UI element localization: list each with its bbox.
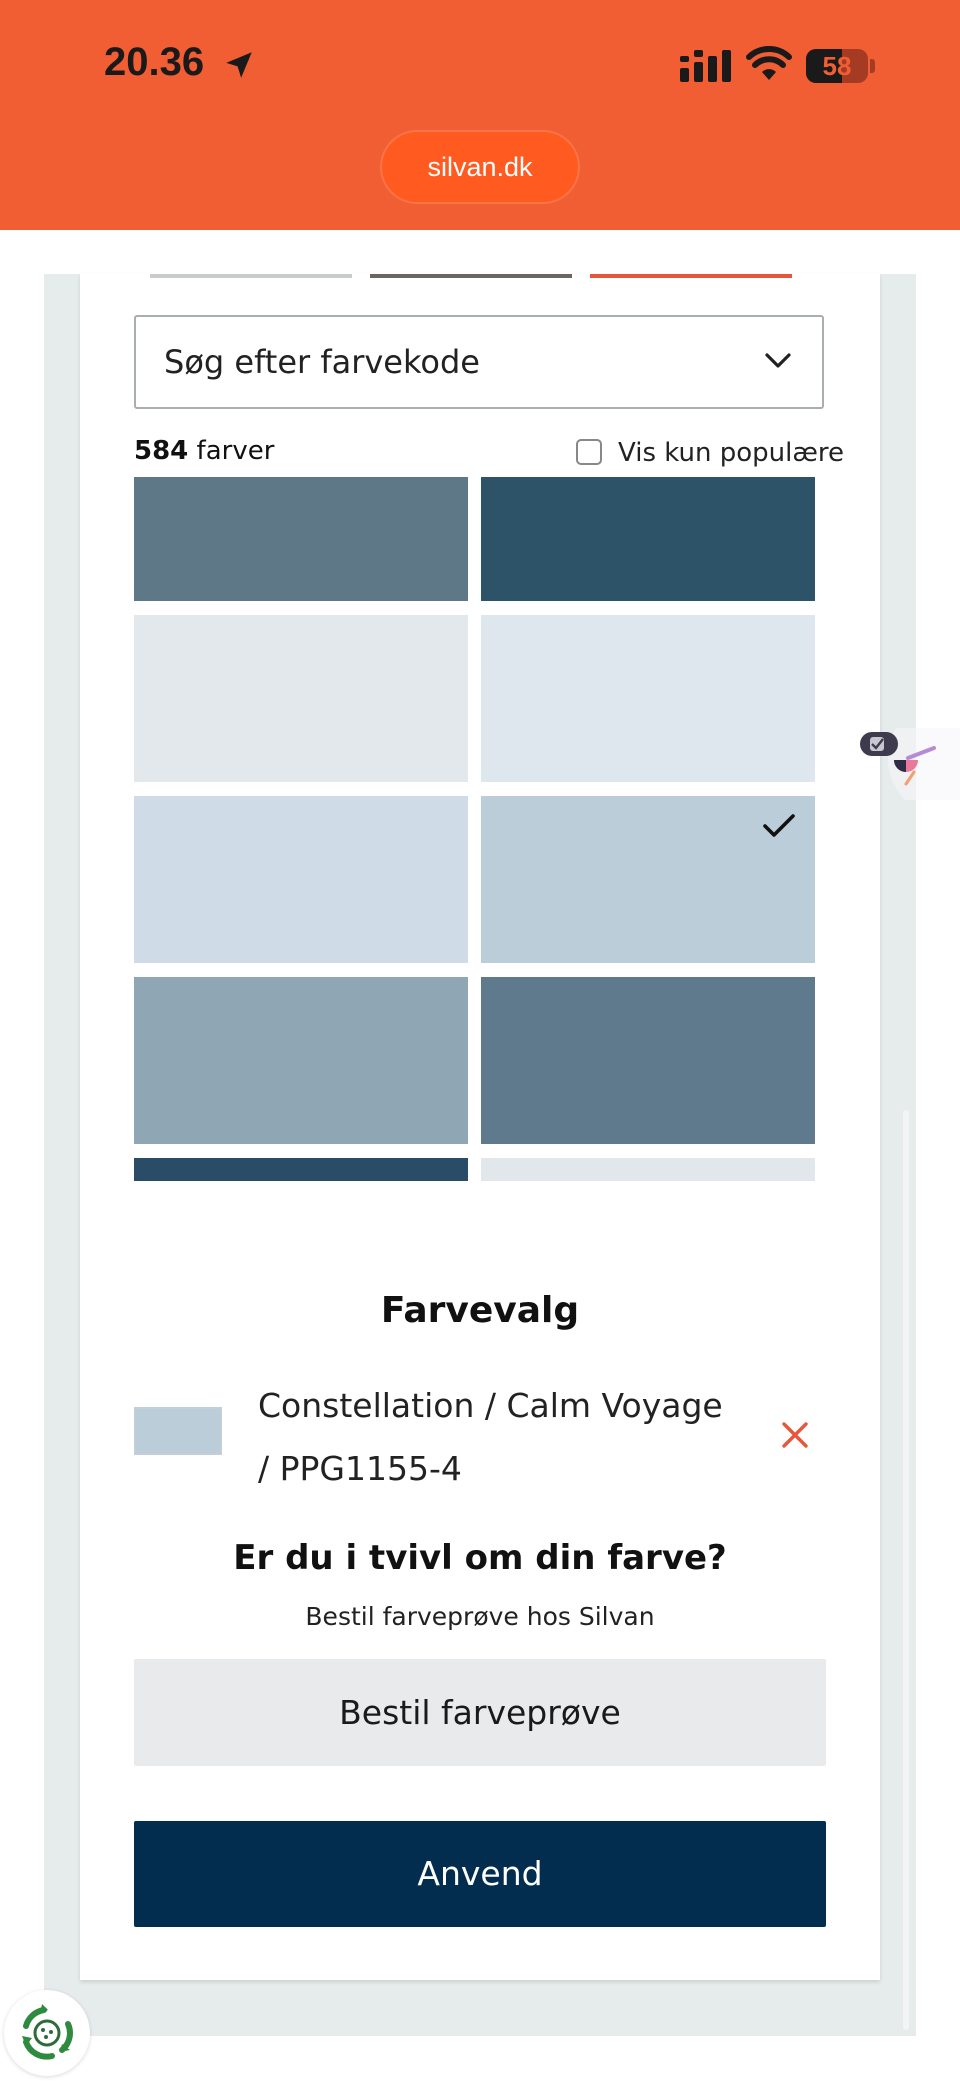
color-swatch[interactable] bbox=[134, 977, 468, 1144]
color-count: 584 farver bbox=[134, 436, 274, 466]
color-swatch[interactable] bbox=[481, 615, 815, 782]
tab-indicator-active[interactable] bbox=[590, 274, 792, 278]
color-swatch-selected[interactable] bbox=[481, 796, 815, 963]
chat-widget-icon[interactable] bbox=[856, 728, 960, 800]
chosen-color-swatch bbox=[134, 1407, 222, 1455]
help-title: Er du i tvivl om din farve? bbox=[233, 1538, 727, 1578]
checkmark-icon bbox=[763, 814, 795, 837]
tab-indicator[interactable] bbox=[150, 274, 352, 278]
chevron-down-icon bbox=[765, 353, 791, 368]
battery-cap bbox=[870, 59, 875, 73]
apply-button[interactable]: Anvend bbox=[134, 1821, 826, 1927]
color-swatch[interactable] bbox=[481, 977, 815, 1144]
status-time: 20.36 bbox=[104, 40, 205, 84]
color-swatch[interactable] bbox=[481, 1158, 815, 1181]
help-subtitle: Bestil farveprøve hos Silvan bbox=[305, 1602, 655, 1631]
popular-only-label[interactable]: Vis kun populære bbox=[618, 438, 844, 468]
color-swatch[interactable] bbox=[134, 1158, 468, 1181]
recycle-icon bbox=[22, 2004, 73, 2060]
tab-strip bbox=[150, 274, 792, 278]
search-label: Søg efter farvekode bbox=[164, 343, 480, 381]
color-count-unit: farver bbox=[196, 436, 275, 466]
chosen-color-name: Constellation / Calm Voyage / PPG1155-4 bbox=[258, 1386, 723, 1488]
battery-icon: 58 bbox=[806, 49, 868, 83]
tab-indicator[interactable] bbox=[370, 274, 572, 278]
wifi-icon bbox=[746, 46, 792, 80]
color-count-number: 584 bbox=[134, 436, 189, 466]
close-icon[interactable] bbox=[780, 1420, 810, 1450]
color-swatch[interactable] bbox=[134, 477, 468, 601]
color-swatch[interactable] bbox=[134, 796, 468, 963]
selection-title: Farvevalg bbox=[380, 1290, 580, 1331]
cellular-signal-icon bbox=[680, 50, 731, 82]
recycle-badge[interactable] bbox=[4, 1990, 90, 2076]
scrollbar[interactable] bbox=[903, 1110, 909, 2030]
color-swatch[interactable] bbox=[134, 615, 468, 782]
color-code-search-dropdown[interactable]: Søg efter farvekode bbox=[134, 315, 824, 409]
order-sample-button[interactable]: Bestil farveprøve bbox=[134, 1659, 826, 1766]
status-bar: 20.36 58 silvan.dk bbox=[0, 0, 960, 230]
battery-percent: 58 bbox=[822, 51, 852, 81]
location-arrow-icon bbox=[226, 52, 252, 78]
url-bar[interactable]: silvan.dk bbox=[382, 132, 578, 202]
popular-only-checkbox[interactable] bbox=[576, 439, 602, 465]
color-swatch[interactable] bbox=[481, 477, 815, 601]
